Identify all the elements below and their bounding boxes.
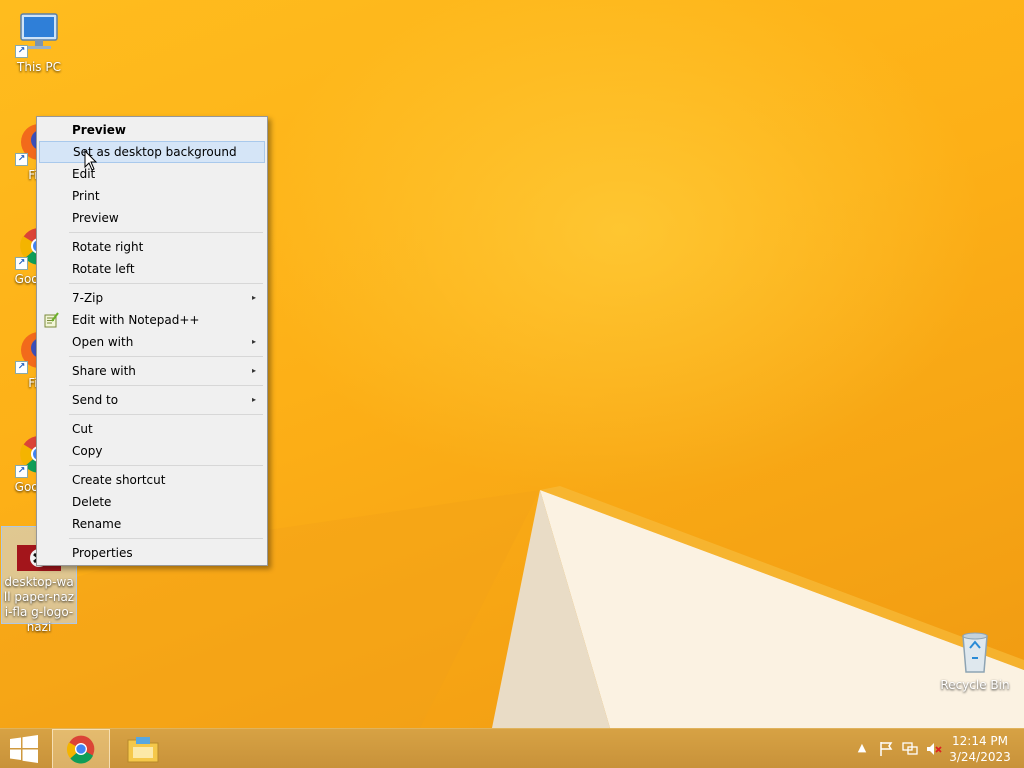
clock-time: 12:14 PM [952, 734, 1008, 748]
menu-item-7zip[interactable]: 7-Zip ▸ [39, 287, 265, 309]
desktop-icon-label: desktop-wall paper-nazi-fla g-logo-nazi [3, 575, 75, 634]
system-tray: ▲ 12:14 PM 3/24/2023 [834, 729, 1024, 768]
menu-item-label: Cut [72, 422, 93, 436]
shortcut-arrow-icon: ↗ [15, 465, 28, 478]
menu-item-label: Copy [72, 444, 103, 458]
menu-item-rename[interactable]: Rename [39, 513, 265, 535]
menu-separator [69, 232, 263, 233]
menu-item-rotate-left[interactable]: Rotate left [39, 258, 265, 280]
menu-item-preview[interactable]: Preview [39, 207, 265, 229]
menu-item-label: Open with [72, 335, 134, 349]
menu-item-open-with[interactable]: Open with ▸ [39, 331, 265, 353]
menu-item-label: Send to [72, 393, 119, 407]
chrome-icon [66, 735, 95, 764]
clock[interactable]: 12:14 PM 3/24/2023 [948, 733, 1012, 765]
menu-item-label: Print [72, 189, 100, 203]
menu-item-preview-default[interactable]: Preview [39, 119, 265, 141]
desktop-icon-label: Recycle Bin [940, 678, 1010, 692]
menu-item-label: Share with [72, 364, 136, 378]
menu-separator [69, 465, 263, 466]
shortcut-arrow-icon: ↗ [15, 361, 28, 374]
menu-separator [69, 283, 263, 284]
menu-item-send-to[interactable]: Send to ▸ [39, 389, 265, 411]
menu-item-create-shortcut[interactable]: Create shortcut [39, 469, 265, 491]
taskbar: ▲ 12:14 PM 3/24/2023 [0, 728, 1024, 768]
menu-item-label: Edit with Notepad++ [72, 313, 200, 327]
menu-item-edit[interactable]: Edit [39, 163, 265, 185]
menu-item-label: Rotate right [72, 240, 144, 254]
mouse-cursor-icon [84, 150, 98, 171]
context-menu: Preview Set as desktop background Edit P… [36, 116, 268, 566]
submenu-arrow-icon: ▸ [251, 293, 256, 302]
network-icon[interactable] [902, 741, 918, 757]
volume-muted-icon[interactable] [926, 741, 942, 757]
action-center-flag-icon[interactable] [878, 741, 894, 757]
taskbar-file-explorer-button[interactable] [114, 729, 172, 768]
menu-item-cut[interactable]: Cut [39, 418, 265, 440]
computer-icon: ↗ [15, 10, 63, 58]
start-button[interactable] [0, 729, 48, 768]
submenu-arrow-icon: ▸ [251, 337, 256, 346]
shortcut-arrow-icon: ↗ [15, 257, 28, 270]
notepad-plus-plus-icon [43, 312, 59, 328]
menu-item-delete[interactable]: Delete [39, 491, 265, 513]
menu-item-label: Properties [72, 546, 133, 560]
windows-start-icon [10, 735, 38, 763]
menu-item-share-with[interactable]: Share with ▸ [39, 360, 265, 382]
menu-item-label: Rotate left [72, 262, 135, 276]
menu-item-label: 7-Zip [72, 291, 104, 305]
desktop-icon-this-pc[interactable]: ↗ This PC [1, 10, 77, 75]
shortcut-arrow-icon: ↗ [15, 45, 28, 58]
menu-separator [69, 414, 263, 415]
menu-item-edit-with-notepad-plus-plus[interactable]: Edit with Notepad++ [39, 309, 265, 331]
menu-item-label: Preview [72, 123, 127, 137]
menu-item-label: Delete [72, 495, 112, 509]
file-explorer-icon [127, 737, 159, 763]
show-hidden-icons-icon[interactable]: ▲ [854, 741, 870, 757]
menu-separator [69, 538, 263, 539]
menu-separator [69, 356, 263, 357]
submenu-arrow-icon: ▸ [251, 395, 256, 404]
recycle-bin-icon [951, 628, 999, 676]
clock-date: 3/24/2023 [949, 750, 1011, 764]
taskbar-chrome-button[interactable] [52, 729, 110, 768]
menu-item-label: Preview [72, 211, 119, 225]
desktop-icon-label: This PC [17, 60, 61, 74]
menu-item-print[interactable]: Print [39, 185, 265, 207]
menu-item-properties[interactable]: Properties [39, 542, 265, 564]
shortcut-arrow-icon: ↗ [15, 153, 28, 166]
menu-item-set-as-desktop-background[interactable]: Set as desktop background [39, 141, 265, 163]
menu-item-copy[interactable]: Copy [39, 440, 265, 462]
menu-item-rotate-right[interactable]: Rotate right [39, 236, 265, 258]
desktop-icon-recycle-bin[interactable]: Recycle Bin [937, 628, 1013, 693]
submenu-arrow-icon: ▸ [251, 366, 256, 375]
menu-item-label: Create shortcut [72, 473, 166, 487]
menu-separator [69, 385, 263, 386]
menu-item-label: Rename [72, 517, 122, 531]
